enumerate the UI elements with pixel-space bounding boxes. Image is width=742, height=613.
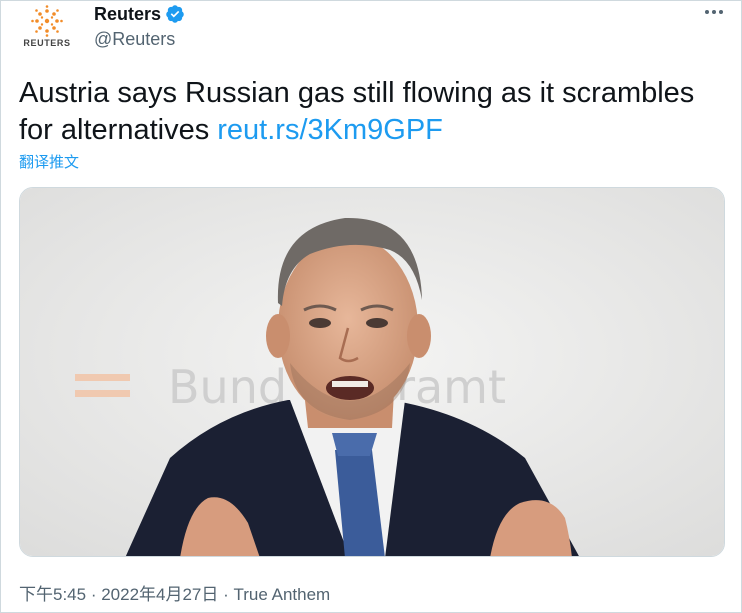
photo-illustration: Bund nzleramt (20, 188, 724, 556)
tweet-source[interactable]: True Anthem (234, 585, 331, 604)
tweet-text: Austria says Russian gas still flowing a… (19, 75, 724, 149)
avatar[interactable]: REUTERS (19, 5, 75, 51)
account-name[interactable]: Reuters (94, 4, 161, 25)
translate-tweet-link[interactable]: 翻译推文 (19, 151, 79, 172)
more-horizontal-icon[interactable] (703, 4, 725, 20)
tweet-card: REUTERS Reuters @Reuters Austria says Ru… (0, 0, 742, 613)
logo-text: REUTERS (23, 38, 71, 48)
tweet-time[interactable]: 下午5:45 (19, 585, 86, 604)
tweet-meta: 下午5:45 · 2022年4月27日 · True Anthem (19, 580, 330, 605)
tweet-date[interactable]: 2022年4月27日 (101, 585, 218, 604)
tweet-image[interactable]: Bund nzleramt (19, 187, 725, 557)
tweet-link[interactable]: reut.rs/3Km9GPF (217, 114, 443, 146)
more-dots-icon (705, 10, 723, 14)
meta-separator: · (218, 585, 234, 604)
reuters-logo-icon (31, 5, 63, 37)
verified-badge-icon (166, 5, 184, 23)
account-handle[interactable]: @Reuters (94, 29, 175, 50)
meta-separator: · (86, 585, 102, 604)
